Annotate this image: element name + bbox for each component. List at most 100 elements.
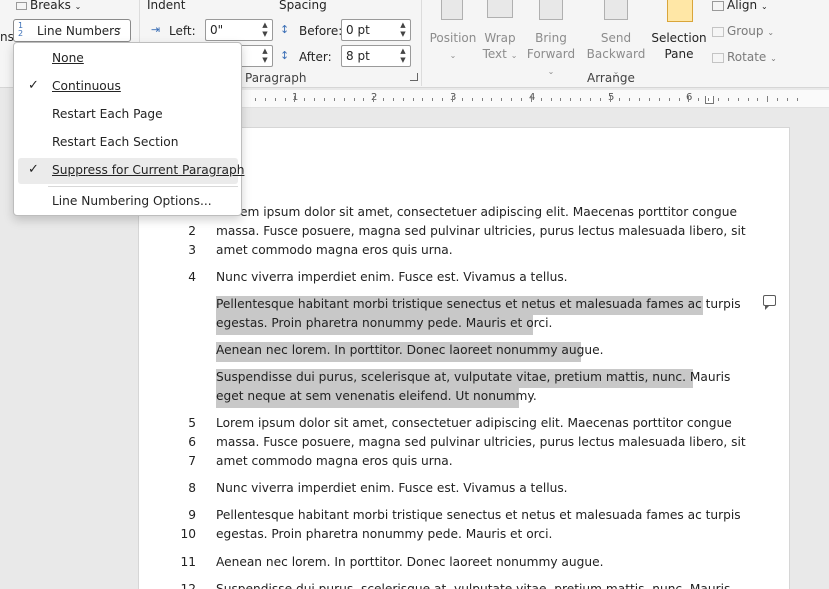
- ruler-tick: [540, 98, 542, 101]
- rotate-button[interactable]: Rotate ⌄: [712, 50, 777, 64]
- ruler-tick: [747, 98, 749, 101]
- chevron-down-icon: ⌄: [547, 67, 555, 76]
- ruler-tick: [452, 96, 453, 102]
- ruler-tick: [314, 98, 316, 101]
- ruler-tick: [727, 98, 729, 101]
- ruler-tick: [373, 96, 375, 102]
- wrap-text-icon: [487, 0, 513, 18]
- document-line: egestas. Proin pharetra nonummy pede. Ma…: [216, 316, 553, 330]
- position-icon: [441, 0, 463, 20]
- ruler-tick: [422, 98, 424, 101]
- ruler-tick: [511, 98, 513, 101]
- line-number: 7: [188, 454, 196, 468]
- checkmark-icon: ✓: [28, 78, 39, 93]
- ruler-tick: [688, 96, 690, 102]
- ruler-tick: [491, 98, 493, 101]
- menu-item-none[interactable]: None: [18, 46, 238, 72]
- line-number: 2: [188, 224, 196, 238]
- menu-separator: [48, 186, 238, 187]
- ruler-tick: [294, 96, 296, 102]
- ruler-tick: [678, 98, 680, 101]
- ruler-tick: [619, 98, 621, 101]
- spin-down-icon[interactable]: ▼: [261, 31, 269, 38]
- line-numbers-label: Line Numbers: [37, 24, 121, 38]
- selection-pane-label-2: Pane: [664, 47, 694, 61]
- align-label: Align: [727, 0, 758, 12]
- wrap-text-label-2: Text: [482, 47, 507, 61]
- spacing-label: Spacing: [279, 0, 327, 12]
- spacing-after-input[interactable]: 8 pt ▲ ▼: [341, 45, 411, 67]
- ruler-tick: [737, 98, 739, 101]
- ruler-tick: [333, 98, 335, 101]
- menu-item-line-numbering-options[interactable]: Line Numbering Options...: [18, 189, 238, 215]
- ruler-tick: [323, 98, 325, 101]
- ruler-tick: [363, 98, 365, 101]
- menu-item-continuous[interactable]: ✓ Continuous: [18, 74, 238, 100]
- document-line: Suspendisse dui purus, scelerisque at, v…: [216, 370, 731, 384]
- menu-item-restart-each-page[interactable]: Restart Each Page: [18, 102, 238, 128]
- rotate-label: Rotate: [727, 50, 767, 64]
- spin-down-icon[interactable]: ▼: [399, 31, 407, 38]
- chevron-down-icon: ⌄: [767, 28, 775, 37]
- paragraph-group-label: Paragraph: [245, 71, 307, 85]
- group-button[interactable]: Group ⌄: [712, 24, 774, 38]
- spin-up-icon[interactable]: ▲: [399, 22, 407, 29]
- ruler-tick: [698, 98, 700, 101]
- spacing-before-label: Before:: [299, 24, 343, 38]
- ruler-tick: [658, 98, 660, 101]
- spacing-before-value: 0 pt: [346, 23, 370, 37]
- chevron-down-icon: ⌄: [770, 54, 777, 63]
- ruler-tick: [599, 98, 601, 101]
- menu-item-suppress-for-current-paragraph[interactable]: ✓ Suppress for Current Paragraph: [18, 158, 244, 184]
- line-number: 8: [188, 481, 196, 495]
- chevron-down-icon: ⌄: [449, 51, 457, 60]
- menu-item-restart-each-section[interactable]: Restart Each Section: [18, 130, 238, 156]
- ruler-tick: [392, 98, 394, 101]
- ruler-number: 3: [450, 92, 457, 103]
- line-number: 4: [188, 270, 196, 284]
- menu-item-label: Line Numbering Options...: [52, 194, 212, 208]
- ruler-tick: [550, 98, 552, 101]
- document-line: em ipsum dolor sit amet, consectetuer ad…: [240, 205, 737, 219]
- ruler-tick: [264, 98, 266, 101]
- spin-down-icon[interactable]: ▼: [399, 57, 407, 64]
- menu-item-label: Continuous: [52, 79, 121, 93]
- line-number: 3: [188, 243, 196, 257]
- ruler-tick: [580, 98, 582, 101]
- ruler-tick: [520, 98, 522, 101]
- selection-pane-button[interactable]: Selection Pane: [650, 30, 708, 62]
- bring-forward-label-2: Forward: [526, 47, 576, 61]
- ribbon-left-fragment: ns: [0, 30, 14, 44]
- spin-down-icon[interactable]: ▼: [261, 57, 269, 64]
- ruler-tick: [432, 98, 434, 101]
- ruler-tick: [717, 98, 719, 101]
- group-label: Group: [727, 24, 764, 38]
- spacing-before-input[interactable]: 0 pt ▲ ▼: [341, 19, 411, 41]
- line-number: 10: [180, 527, 196, 541]
- ruler-tick: [481, 98, 483, 101]
- position-button[interactable]: Position ⌄: [428, 30, 478, 64]
- horizontal-ruler[interactable]: 1 2 3 4 5 6: [240, 90, 829, 108]
- line-numbers-button[interactable]: 12 Line Numbers ⌄: [13, 19, 131, 42]
- indent-left-input[interactable]: 0" ▲ ▼: [205, 19, 273, 41]
- indent-left-label: Left:: [169, 24, 196, 38]
- paragraph-dialog-launcher[interactable]: [410, 73, 418, 81]
- breaks-button[interactable]: Breaks ⌄: [16, 0, 81, 12]
- ruler-tick: [668, 98, 670, 101]
- selection-pane-icon: [667, 0, 693, 22]
- checkmark-icon: ✓: [28, 162, 39, 177]
- spacing-before-icon: ↕: [280, 23, 290, 36]
- ruler-tick: [353, 98, 355, 101]
- align-button[interactable]: Align ⌄: [712, 0, 768, 12]
- spin-up-icon[interactable]: ▲: [261, 22, 269, 29]
- indent-marker-icon[interactable]: [705, 96, 714, 104]
- indent-left-value: 0": [210, 23, 224, 37]
- comment-icon[interactable]: [763, 295, 776, 310]
- send-backward-label-2: Backward: [586, 47, 646, 61]
- spin-up-icon[interactable]: ▲: [261, 48, 269, 55]
- bring-forward-button[interactable]: Bring Forward ⌄: [522, 30, 580, 80]
- rotate-icon: [712, 52, 724, 63]
- line-number: 6: [188, 435, 196, 449]
- spin-up-icon[interactable]: ▲: [399, 48, 407, 55]
- wrap-text-button[interactable]: Wrap Text ⌄: [480, 30, 520, 64]
